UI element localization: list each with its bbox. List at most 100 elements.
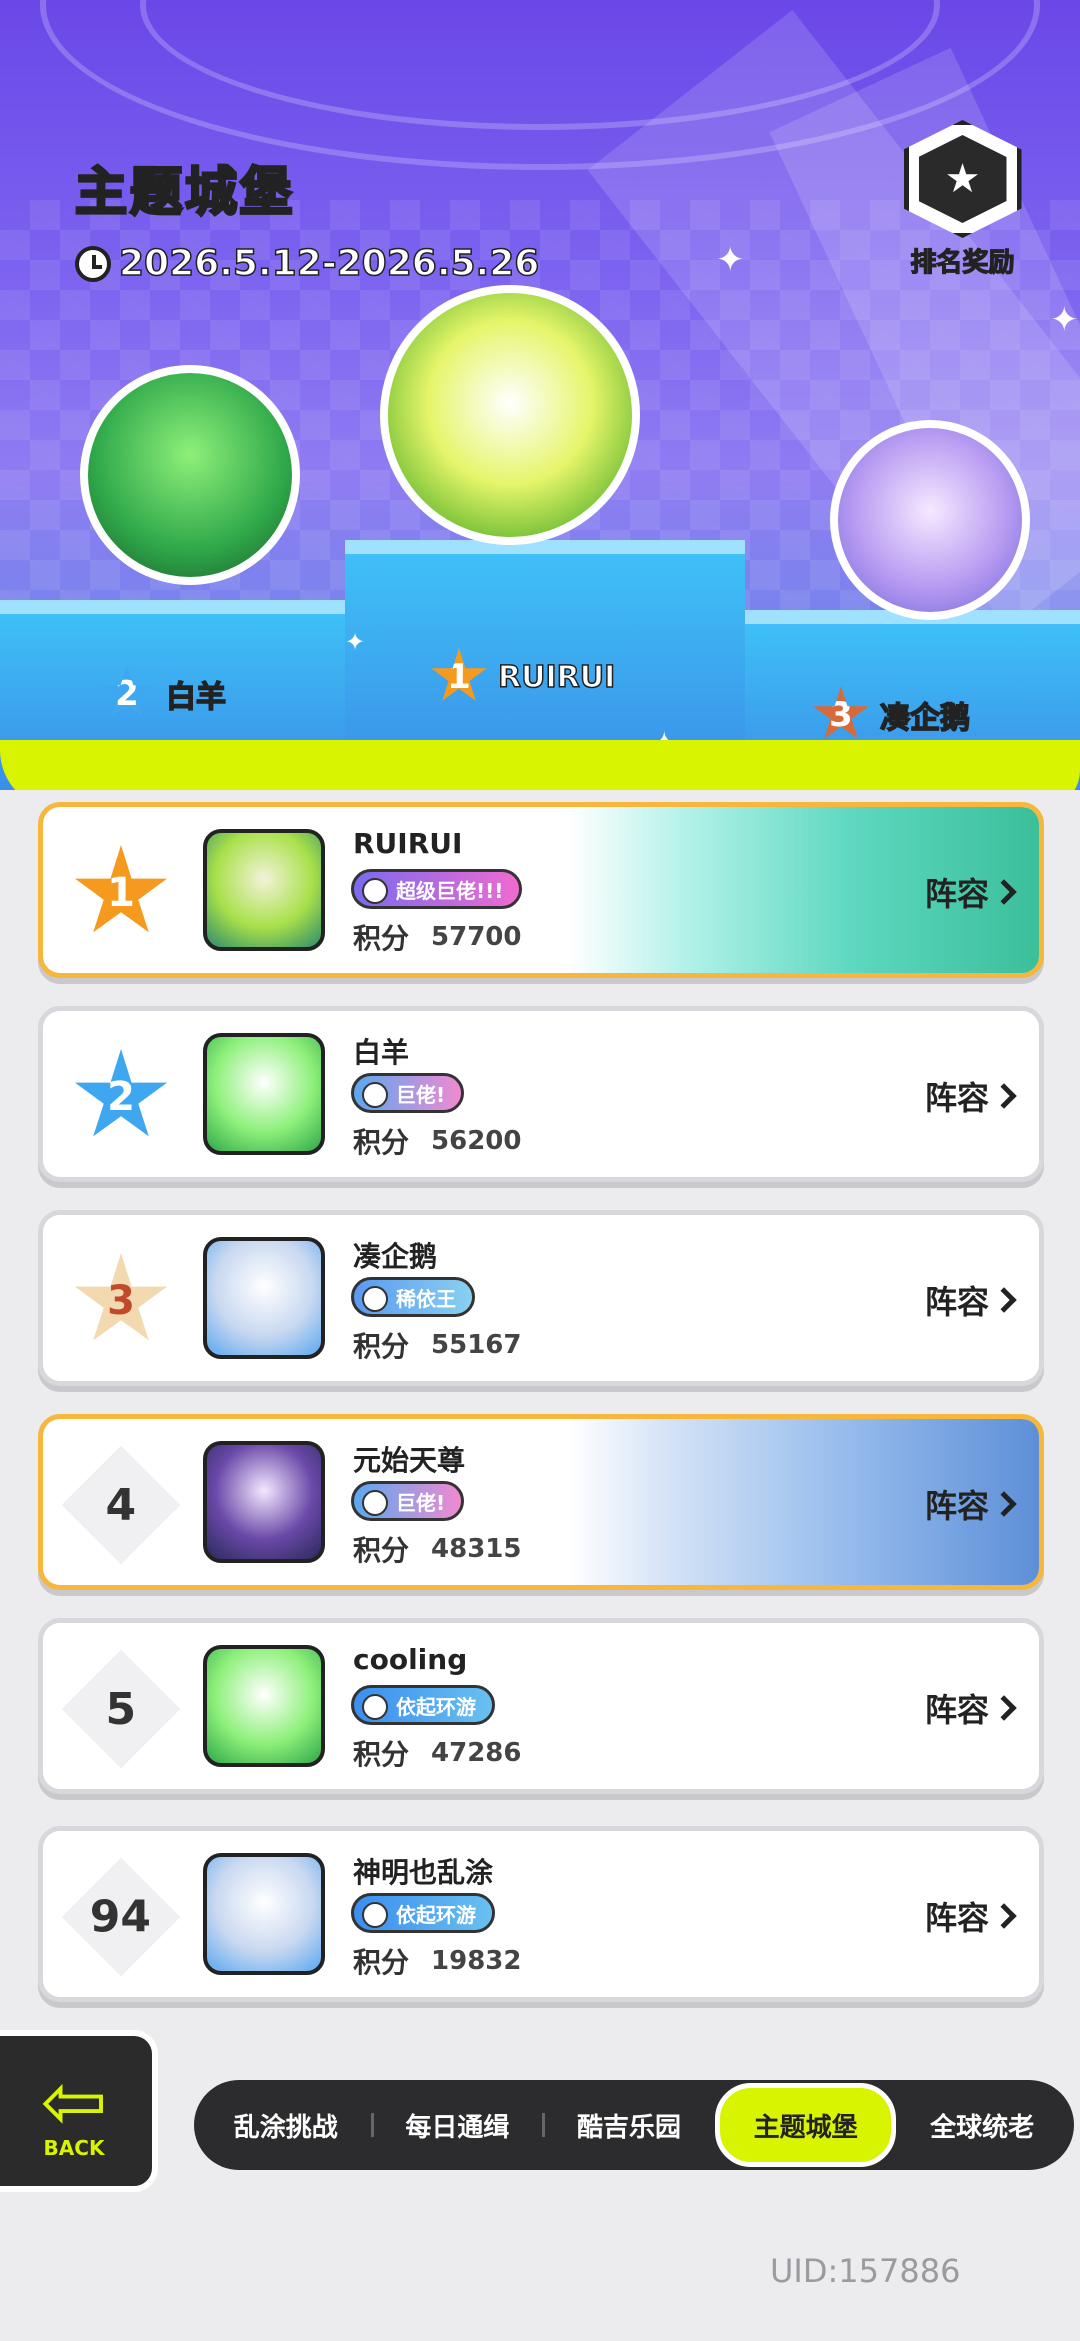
back-button[interactable]: ⇦ BACK xyxy=(0,2030,158,2192)
rank-diamond-icon: 94 xyxy=(61,1857,181,1977)
chevron-right-icon xyxy=(991,1491,1017,1517)
avatar[interactable] xyxy=(203,1441,325,1563)
score-label: 积分 xyxy=(353,922,410,955)
user-id: UID:157886 xyxy=(770,2252,961,2290)
title-badge: 依起环游 xyxy=(351,1685,495,1725)
tab-daily-wanted[interactable]: 每日通缉 xyxy=(372,2089,545,2161)
sparkle-icon: ✦ xyxy=(716,240,745,280)
podium-avatar-1[interactable] xyxy=(380,285,640,545)
leaderboard-row-self[interactable]: 94 神明也乱涂 依起环游 积分 19832 阵容 xyxy=(38,1826,1044,2002)
ranking-reward-button[interactable]: ★ 排名奖励 xyxy=(895,120,1030,279)
chevron-right-icon xyxy=(991,879,1017,905)
team-label: 阵容 xyxy=(924,1899,989,1937)
score-label: 积分 xyxy=(353,1534,410,1567)
score-label: 积分 xyxy=(353,1738,410,1771)
rank-cell: 1 xyxy=(71,843,171,943)
rank-diamond-icon: 4 xyxy=(61,1445,181,1565)
rank-number: 5 xyxy=(105,1683,137,1735)
score: 积分 47286 xyxy=(353,1733,521,1773)
podium-rank-3: 3 凑企鹅 xyxy=(812,686,971,744)
rank-cell: 2 xyxy=(71,1047,171,1147)
score-label: 积分 xyxy=(353,1126,410,1159)
slime-drip xyxy=(700,765,880,790)
team-button[interactable]: 阵容 xyxy=(925,869,1017,915)
player-name: cooling xyxy=(353,1643,468,1676)
rank-star-icon: 3 xyxy=(74,1253,168,1341)
reward-badge-icon: ★ xyxy=(903,120,1022,238)
back-label: BACK xyxy=(43,2136,105,2160)
title-badge: 稀依王 xyxy=(351,1277,475,1317)
podium-name: 白羊 xyxy=(165,679,227,716)
title-badge: 巨佬! xyxy=(351,1073,465,1113)
title-badge: 依起环游 xyxy=(351,1893,495,1933)
clock-icon xyxy=(75,245,111,282)
back-arrow-icon: ⇦ xyxy=(40,2055,108,2148)
avatar[interactable] xyxy=(203,1033,325,1155)
page-title: 主题城堡 xyxy=(73,162,296,225)
rank-number: 94 xyxy=(90,1891,152,1943)
sparkle-icon: ✦ xyxy=(345,628,366,656)
score-value: 55167 xyxy=(431,1330,522,1360)
podium-rank-1: 1 RUIRUI xyxy=(430,648,616,706)
team-button[interactable]: 阵容 xyxy=(924,1073,1017,1119)
leaderboard-row[interactable]: 4 元始天尊 巨佬! 积分 48315 阵容 xyxy=(38,1414,1044,1590)
team-button[interactable]: 阵容 xyxy=(924,1277,1017,1323)
title-badge: 巨佬! xyxy=(351,1481,465,1521)
rank-diamond-icon: 5 xyxy=(61,1649,181,1769)
score: 积分 55167 xyxy=(353,1325,521,1365)
date-range-text: 2026.5.12-2026.5.26 xyxy=(118,242,540,285)
podium-header: 主题城堡 2026.5.12-2026.5.26 ★ 排名奖励 2 白羊 1 R… xyxy=(0,0,1080,790)
avatar[interactable] xyxy=(203,829,325,951)
podium-name: RUIRUI xyxy=(497,659,616,696)
rank-cell: 4 xyxy=(61,1445,181,1565)
rank-star-icon: 2 xyxy=(74,1049,168,1137)
rank-cell: 3 xyxy=(71,1251,171,1351)
chevron-right-icon xyxy=(991,1287,1017,1313)
podium-rank-2: 2 白羊 xyxy=(98,665,227,723)
tab-global[interactable]: 全球统老 xyxy=(896,2089,1068,2161)
score-value: 19832 xyxy=(431,1946,522,1976)
player-name: 白羊 xyxy=(353,1036,410,1069)
player-name: 元始天尊 xyxy=(353,1444,466,1477)
leaderboard-row[interactable]: 5 cooling 依起环游 积分 47286 阵容 xyxy=(38,1618,1044,1794)
score: 积分 56200 xyxy=(353,1121,521,1161)
score-label: 积分 xyxy=(353,1946,410,1979)
avatar[interactable] xyxy=(203,1237,325,1359)
team-button[interactable]: 阵容 xyxy=(925,1481,1017,1527)
rank-star-icon: 2 xyxy=(99,665,155,718)
title-badge: 超级巨佬!!! xyxy=(351,869,523,909)
player-name: 神明也乱涂 xyxy=(353,1856,494,1889)
player-name: 凑企鹅 xyxy=(353,1240,438,1273)
sparkle-icon: ✦ xyxy=(1050,300,1079,340)
score-value: 48315 xyxy=(431,1534,522,1564)
leaderboard-row[interactable]: 2 白羊 巨佬! 积分 56200 阵容 xyxy=(38,1006,1044,1182)
chevron-right-icon xyxy=(991,1903,1017,1929)
leaderboard-row[interactable]: 1 RUIRUI 超级巨佬!!! 积分 57700 阵容 xyxy=(38,802,1044,978)
podium-avatar-3[interactable] xyxy=(830,420,1030,620)
bottom-tab-bar: 乱涂挑战 每日通缉 酷吉乐园 主题城堡 全球统老 xyxy=(194,2080,1074,2170)
podium-avatar-2[interactable] xyxy=(80,365,300,585)
tab-park[interactable]: 酷吉乐园 xyxy=(543,2089,715,2161)
reward-label: 排名奖励 xyxy=(910,247,1015,278)
avatar[interactable] xyxy=(203,1853,325,1975)
score-label: 积分 xyxy=(353,1330,410,1363)
trophy-icon: ★ xyxy=(918,135,1007,223)
tab-doodle-challenge[interactable]: 乱涂挑战 xyxy=(200,2089,374,2161)
rank-cell: 94 xyxy=(61,1857,181,1977)
team-button[interactable]: 阵容 xyxy=(925,1685,1017,1731)
score: 积分 57700 xyxy=(353,917,521,957)
podium-name: 凑企鹅 xyxy=(879,700,971,737)
avatar[interactable] xyxy=(203,1645,325,1767)
team-label: 阵容 xyxy=(924,1283,989,1321)
team-button[interactable]: 阵容 xyxy=(924,1893,1017,1939)
score: 积分 48315 xyxy=(353,1529,521,1569)
tab-theme-castle[interactable]: 主题城堡 xyxy=(714,2083,897,2167)
rank-number: 4 xyxy=(105,1479,137,1531)
score-value: 57700 xyxy=(431,922,522,952)
score-value: 47286 xyxy=(431,1738,522,1768)
score-value: 56200 xyxy=(431,1126,522,1156)
team-label: 阵容 xyxy=(924,1079,989,1117)
leaderboard-row[interactable]: 3 凑企鹅 稀依王 积分 55167 阵容 xyxy=(38,1210,1044,1386)
slime-drip xyxy=(180,765,320,790)
chevron-right-icon xyxy=(991,1695,1017,1721)
